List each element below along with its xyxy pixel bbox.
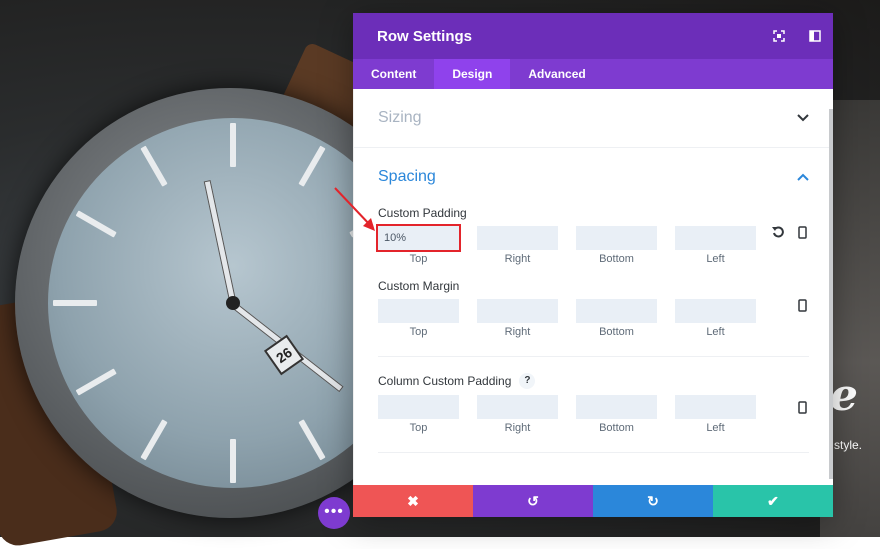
margin-bottom-label: Bottom [599, 326, 634, 338]
column-padding-group: Column Custom Padding? Top Right Bottom … [354, 373, 833, 434]
modal-footer: ✖ ↺ ↻ ✔ [353, 485, 833, 517]
help-icon[interactable]: ? [519, 373, 536, 389]
fullscreen-icon[interactable] [761, 13, 797, 59]
column-padding-label: Column Custom Padding? [378, 373, 809, 389]
margin-top-label: Top [409, 326, 428, 338]
mobile-icon[interactable] [798, 299, 807, 312]
padding-top-label: Top [409, 253, 428, 265]
divider [378, 356, 809, 357]
modal-title: Row Settings [377, 27, 473, 45]
margin-bottom-input[interactable] [576, 299, 657, 323]
padding-left-input[interactable] [675, 226, 756, 250]
margin-top-input[interactable] [378, 299, 459, 323]
row-options-button[interactable]: ••• [318, 497, 350, 529]
split-view-icon[interactable] [797, 13, 833, 59]
column-padding-bottom-input[interactable] [576, 395, 657, 419]
column-padding-right-input[interactable] [477, 395, 558, 419]
divider [378, 452, 809, 453]
padding-top-input[interactable] [376, 224, 461, 252]
padding-bottom-label: Bottom [599, 253, 634, 265]
annotation-arrow [334, 187, 375, 231]
undo-button[interactable]: ↺ [473, 485, 593, 517]
chevron-down-icon [797, 114, 809, 122]
custom-margin-label: Custom Margin [378, 279, 460, 293]
redo-icon: ↻ [647, 492, 659, 509]
padding-bottom-input[interactable] [576, 226, 657, 250]
dots-icon: ••• [324, 503, 344, 520]
padding-right-input[interactable] [477, 226, 558, 250]
column-padding-bottom-label: Bottom [599, 422, 634, 434]
chevron-up-icon [797, 173, 809, 181]
save-button[interactable]: ✔ [713, 485, 833, 517]
reset-icon[interactable] [772, 226, 784, 238]
column-padding-top-input[interactable] [378, 395, 459, 419]
modal-body: Sizing Spacing Custom Padding Top Right … [353, 89, 833, 485]
custom-padding-label: Custom Padding [378, 206, 467, 220]
margin-right-input[interactable] [477, 299, 558, 323]
column-padding-right-label: Right [504, 422, 531, 434]
spacing-section-toggle[interactable]: Spacing [354, 148, 833, 206]
margin-right-label: Right [504, 326, 531, 338]
redo-button[interactable]: ↻ [593, 485, 713, 517]
spacing-section-title: Spacing [378, 168, 436, 185]
tab-advanced[interactable]: Advanced [510, 59, 603, 89]
margin-left-label: Left [706, 326, 725, 338]
tab-content[interactable]: Content [353, 59, 434, 89]
mobile-icon[interactable] [798, 401, 807, 414]
sizing-section-title: Sizing [378, 109, 422, 126]
column-padding-left-input[interactable] [675, 395, 756, 419]
modal-header: Row Settings [353, 13, 833, 59]
padding-left-label: Left [706, 253, 725, 265]
column-padding-left-label: Left [706, 422, 725, 434]
custom-margin-group: Custom Margin Top Right Bottom Left [354, 279, 833, 338]
row-settings-modal: Row Settings Content Design Advanced Siz… [353, 13, 833, 517]
custom-padding-group: Custom Padding Top Right Bottom Left [354, 206, 833, 265]
undo-icon: ↺ [527, 492, 539, 509]
modal-tabs: Content Design Advanced [353, 59, 833, 89]
tab-design[interactable]: Design [434, 59, 511, 89]
check-icon: ✔ [767, 492, 779, 509]
sizing-section-toggle[interactable]: Sizing [354, 89, 833, 148]
background-text-fragment: style. [834, 438, 863, 452]
margin-left-input[interactable] [675, 299, 756, 323]
background-heading-fragment: e [830, 370, 858, 421]
mobile-icon[interactable] [798, 226, 807, 239]
discard-button[interactable]: ✖ [353, 485, 473, 517]
column-padding-top-label: Top [409, 422, 428, 434]
close-icon: ✖ [407, 492, 419, 509]
padding-right-label: Right [504, 253, 531, 265]
